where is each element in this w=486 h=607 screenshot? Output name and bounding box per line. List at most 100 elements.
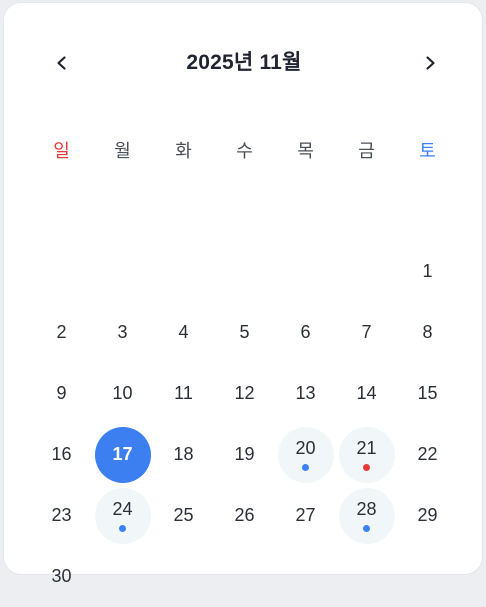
- day-number: 7: [361, 322, 372, 342]
- spacer-cell: [336, 180, 397, 241]
- weekday-sun: 일: [53, 140, 70, 161]
- day-number: 15: [417, 383, 438, 403]
- day-number: 11: [174, 383, 193, 403]
- spacer-cell: [153, 180, 214, 241]
- weekday-mon: 월: [114, 140, 131, 161]
- chevron-right-icon: [426, 56, 435, 70]
- next-month-button[interactable]: [408, 41, 452, 85]
- day-number: 21: [356, 438, 377, 458]
- event-dot-icon: [119, 524, 126, 532]
- day-button[interactable]: 22: [400, 427, 456, 483]
- spacer-cell: [31, 180, 92, 241]
- day-button[interactable]: 16: [34, 427, 90, 483]
- day-number: 16: [51, 444, 72, 464]
- day-cell: 11: [153, 363, 214, 424]
- day-cell: 9: [31, 363, 92, 424]
- day-number: 19: [234, 444, 255, 464]
- day-cell: 19: [214, 424, 275, 485]
- day-button[interactable]: 8: [400, 305, 456, 361]
- today-day-button[interactable]: 17: [94, 426, 151, 483]
- event-day-button[interactable]: 20: [277, 426, 334, 483]
- day-button[interactable]: 2: [34, 305, 90, 361]
- day-number: 17: [112, 444, 133, 464]
- calendar-grid: 일 월 화 수 목 금 토 1 2 3 4 5 6 7 8 9 10 11 12 13 14 15 16 17 1…: [31, 119, 458, 607]
- day-number: 10: [112, 383, 133, 403]
- day-number: 27: [295, 505, 316, 525]
- spacer-cell: [275, 180, 336, 241]
- day-number: 4: [178, 322, 189, 342]
- day-cell: 15: [397, 363, 458, 424]
- empty-cell: [214, 241, 275, 302]
- calendar-card: 2025년 11월 일 월 화 수 목 금 토 1 2 3 4 5 6 7 8 9 10 11 12 1…: [3, 2, 483, 586]
- day-number: 23: [51, 505, 72, 525]
- prev-month-button[interactable]: [40, 41, 84, 85]
- event-day-button[interactable]: 28: [338, 487, 395, 544]
- day-number: 14: [356, 383, 377, 403]
- day-button[interactable]: 13: [278, 366, 334, 422]
- day-cell: 24: [92, 485, 153, 546]
- day-cell: 18: [153, 424, 214, 485]
- day-button[interactable]: 10: [95, 366, 151, 422]
- day-cell: 7: [336, 302, 397, 363]
- day-cell: 29: [397, 485, 458, 546]
- day-number: 26: [234, 505, 255, 525]
- month-title: 2025년 11월: [186, 51, 302, 74]
- day-number: 3: [117, 322, 128, 342]
- day-cell: 20: [275, 424, 336, 485]
- day-button[interactable]: 5: [217, 305, 273, 361]
- day-cell: 6: [275, 302, 336, 363]
- day-button[interactable]: 9: [34, 366, 90, 422]
- weekday-thu: 목: [297, 140, 314, 161]
- empty-cell: [92, 241, 153, 302]
- day-number: 28: [356, 499, 377, 519]
- day-button[interactable]: 27: [278, 488, 334, 544]
- day-cell: 1: [397, 241, 458, 302]
- day-cell: 13: [275, 363, 336, 424]
- weekday-fri: 금: [358, 140, 375, 161]
- day-button[interactable]: 19: [217, 427, 273, 483]
- day-button[interactable]: 26: [217, 488, 273, 544]
- day-button[interactable]: 3: [95, 305, 151, 361]
- day-button[interactable]: 4: [156, 305, 212, 361]
- day-button[interactable]: 29: [400, 488, 456, 544]
- day-button[interactable]: 14: [339, 366, 395, 422]
- day-number: 20: [295, 438, 316, 458]
- day-button[interactable]: 1: [400, 244, 456, 300]
- day-cell: 14: [336, 363, 397, 424]
- day-button[interactable]: 25: [156, 488, 212, 544]
- day-cell: 27: [275, 485, 336, 546]
- day-cell: 2: [31, 302, 92, 363]
- day-number: 25: [173, 505, 194, 525]
- day-cell: 17: [92, 424, 153, 485]
- empty-cell: [275, 241, 336, 302]
- day-cell: 5: [214, 302, 275, 363]
- day-button[interactable]: 15: [400, 366, 456, 422]
- weekday-wed: 수: [236, 140, 253, 161]
- empty-cell: [31, 241, 92, 302]
- day-cell: 26: [214, 485, 275, 546]
- empty-cell: [153, 241, 214, 302]
- day-number: 2: [56, 322, 67, 342]
- day-cell: 16: [31, 424, 92, 485]
- day-button[interactable]: 11: [156, 366, 212, 422]
- chevron-left-icon: [57, 56, 66, 70]
- day-number: 18: [173, 444, 194, 464]
- event-day-button[interactable]: 24: [94, 487, 151, 544]
- day-cell: 25: [153, 485, 214, 546]
- day-number: 13: [295, 383, 316, 403]
- day-cell: 12: [214, 363, 275, 424]
- weekday-sat: 토: [419, 140, 436, 161]
- day-number: 29: [417, 505, 438, 525]
- event-day-button[interactable]: 21: [338, 426, 395, 483]
- day-button[interactable]: 6: [278, 305, 334, 361]
- day-button[interactable]: 18: [156, 427, 212, 483]
- day-button[interactable]: 7: [339, 305, 395, 361]
- day-cell: 10: [92, 363, 153, 424]
- day-button[interactable]: 23: [34, 488, 90, 544]
- day-cell: 28: [336, 485, 397, 546]
- day-button[interactable]: 12: [217, 366, 273, 422]
- day-number: 8: [422, 322, 433, 342]
- event-dot-icon: [363, 524, 370, 532]
- day-number: 12: [234, 383, 255, 403]
- empty-cell: [336, 241, 397, 302]
